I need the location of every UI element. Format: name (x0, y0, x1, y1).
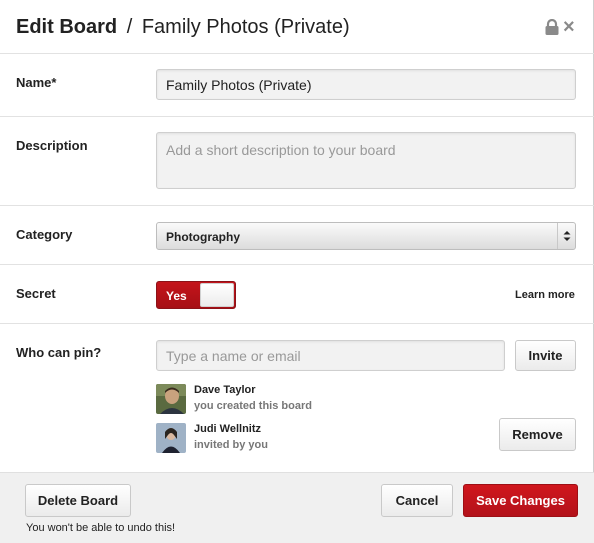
description-row: Description (0, 117, 594, 206)
cancel-button[interactable]: Cancel (381, 484, 453, 517)
description-label: Description (16, 138, 88, 153)
secret-label: Secret (16, 286, 56, 301)
select-arrows-icon (557, 223, 575, 249)
dialog-header: Edit Board / Family Photos (Private) × (0, 0, 594, 54)
secret-toggle-label: Yes (166, 289, 187, 303)
close-icon[interactable]: × (563, 17, 577, 37)
collaborator-role: invited by you (194, 439, 268, 451)
save-changes-button[interactable]: Save Changes (463, 484, 578, 517)
category-row: Category Photography (0, 206, 594, 265)
who-can-pin-label: Who can pin? (16, 345, 102, 360)
learn-more-link[interactable]: Learn more (515, 289, 575, 301)
name-row: Name* (0, 54, 594, 117)
invite-button[interactable]: Invite (515, 340, 576, 371)
dialog-footer: Delete Board You won't be able to undo t… (0, 472, 594, 543)
delete-board-button[interactable]: Delete Board (25, 484, 131, 517)
secret-toggle[interactable]: Yes (156, 281, 236, 309)
avatar (156, 423, 186, 453)
category-selected-value: Photography (166, 230, 240, 244)
remove-collaborator-button[interactable]: Remove (499, 418, 576, 451)
board-name-input[interactable] (156, 69, 576, 100)
dialog-title-board-name: Family Photos (Private) (141, 16, 350, 38)
dialog-title-separator: / (126, 16, 133, 38)
description-textarea[interactable] (156, 132, 576, 189)
edit-board-dialog: Edit Board / Family Photos (Private) × N… (0, 0, 594, 543)
category-label: Category (16, 227, 73, 242)
name-label: Name* (16, 75, 57, 90)
avatar (156, 384, 186, 414)
secret-toggle-knob (200, 283, 234, 307)
collaborator-name: Judi Wellnitz (194, 423, 262, 435)
category-select[interactable]: Photography (156, 222, 576, 250)
lock-icon (545, 19, 559, 35)
collaborator-search-input[interactable] (156, 340, 505, 371)
collaborator-role: you created this board (194, 400, 312, 412)
who-can-pin-row: Who can pin? Invite Dave Taylor you crea… (0, 324, 594, 472)
dialog-title: Edit Board / Family Photos (Private) (16, 16, 350, 39)
delete-warning-text: You won't be able to undo this! (26, 522, 176, 534)
secret-row: Secret Yes Learn more (0, 265, 594, 324)
collaborator-name: Dave Taylor (194, 384, 256, 396)
dialog-title-action: Edit Board (16, 16, 118, 38)
